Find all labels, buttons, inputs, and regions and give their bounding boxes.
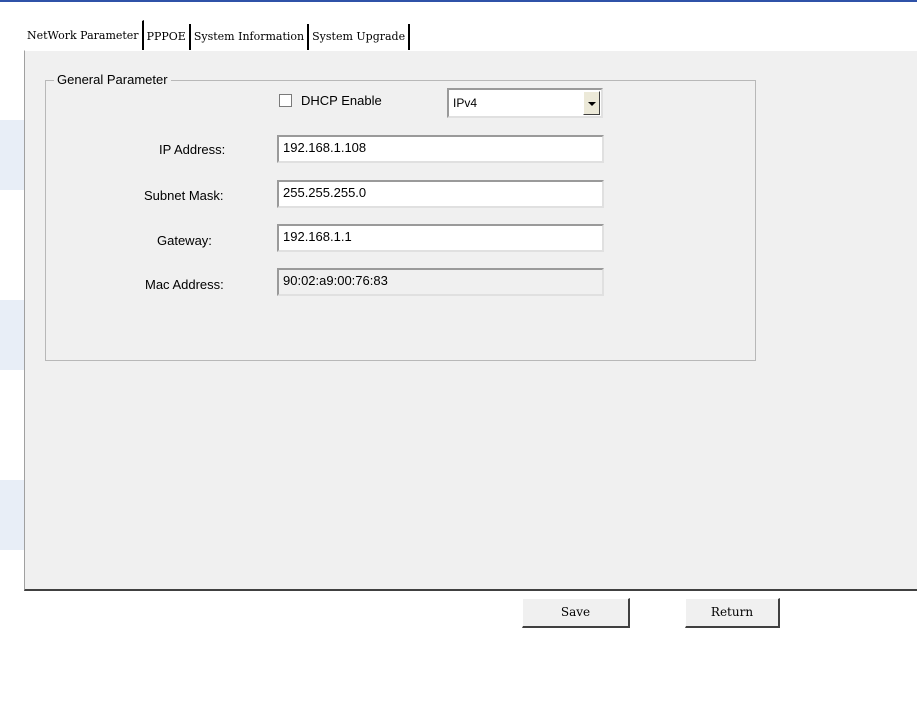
ip-address-label: IP Address:: [159, 142, 226, 157]
ip-version-value: IPv4: [453, 96, 478, 110]
general-parameter-group: [45, 80, 756, 361]
return-button[interactable]: Return: [685, 598, 780, 628]
mac-address-label: Mac Address:: [145, 277, 224, 292]
tab-network-parameter[interactable]: NetWork Parameter: [24, 20, 144, 50]
window-top-border: [0, 0, 917, 2]
subnet-mask-label: Subnet Mask:: [144, 188, 224, 203]
ip-version-select[interactable]: IPv4: [447, 88, 603, 118]
tab-pppoe[interactable]: PPPOE: [143, 24, 191, 50]
group-legend: General Parameter: [54, 72, 171, 87]
ip-address-input[interactable]: 192.168.1.108: [277, 135, 604, 163]
chevron-down-icon: [588, 102, 596, 106]
save-button[interactable]: Save: [522, 598, 630, 628]
subnet-mask-input[interactable]: 255.255.255.0: [277, 180, 604, 208]
gateway-label: Gateway:: [157, 233, 212, 248]
mac-address-field: 90:02:a9:00:76:83: [277, 268, 604, 296]
dhcp-enable-checkbox[interactable]: [279, 94, 292, 107]
tab-system-upgrade[interactable]: System Upgrade: [309, 24, 411, 50]
tab-bar: NetWork Parameter PPPOE System Informati…: [24, 18, 411, 50]
dropdown-button[interactable]: [583, 91, 600, 115]
tab-system-information[interactable]: System Information: [190, 24, 310, 50]
gateway-input[interactable]: 192.168.1.1: [277, 224, 604, 252]
dhcp-enable-label: DHCP Enable: [301, 93, 382, 108]
